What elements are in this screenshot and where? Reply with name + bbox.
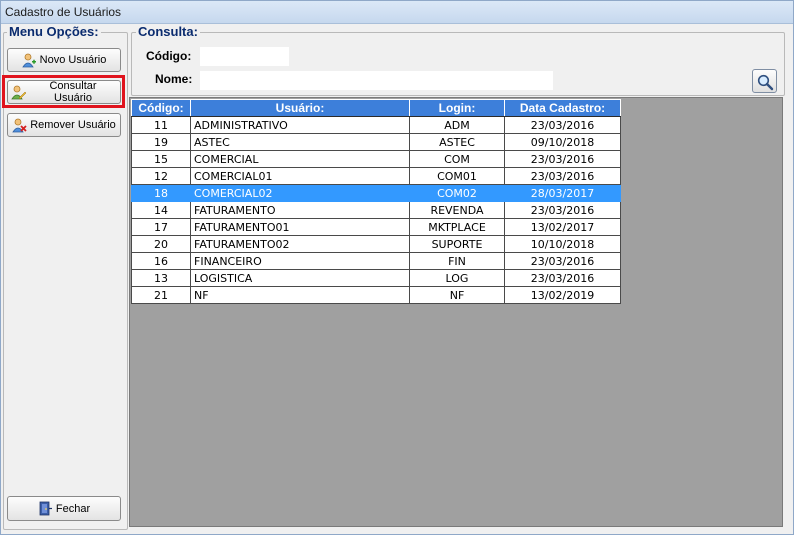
search-button[interactable] [752, 69, 777, 93]
cell-data[interactable]: 23/03/2016 [504, 269, 621, 287]
cell-data[interactable]: 23/03/2016 [504, 201, 621, 219]
cell-login[interactable]: REVENDA [409, 201, 505, 219]
cell-login[interactable]: ASTEC [409, 133, 505, 151]
cell-data[interactable]: 09/10/2018 [504, 133, 621, 151]
menu-options-legend: Menu Opções: [7, 24, 101, 39]
cell-data[interactable]: 10/10/2018 [504, 235, 621, 253]
col-header-data[interactable]: Data Cadastro: [504, 99, 621, 117]
table-row[interactable]: 19 ASTEC ASTEC 09/10/2018 [131, 133, 621, 151]
close-label: Fechar [55, 502, 91, 515]
codigo-label: Código: [146, 49, 192, 63]
nome-label: Nome: [155, 72, 193, 86]
new-user-label: Novo Usuário [39, 54, 107, 66]
cell-codigo[interactable]: 20 [131, 235, 191, 253]
cell-codigo[interactable]: 16 [131, 252, 191, 270]
cell-usuario[interactable]: FATURAMENTO [190, 201, 410, 219]
door-exit-icon [38, 501, 53, 516]
cell-codigo[interactable]: 12 [131, 167, 191, 185]
table-row[interactable]: 18 COMERCIAL02 COM02 28/03/2017 [131, 184, 621, 202]
cell-codigo[interactable]: 21 [131, 286, 191, 304]
nome-input[interactable] [200, 71, 553, 90]
cell-codigo[interactable]: 11 [131, 116, 191, 134]
col-header-login[interactable]: Login: [409, 99, 505, 117]
remove-user-label: Remover Usuário [30, 119, 116, 131]
cell-usuario[interactable]: ASTEC [190, 133, 410, 151]
cell-data[interactable]: 13/02/2019 [504, 286, 621, 304]
table-row[interactable]: 12 COMERCIAL01 COM01 23/03/2016 [131, 167, 621, 185]
new-user-button[interactable]: Novo Usuário [7, 48, 121, 72]
grid-header-row: Código: Usuário: Login: Data Cadastro: [131, 99, 621, 117]
cell-usuario[interactable]: ADMINISTRATIVO [190, 116, 410, 134]
table-row[interactable]: 15 COMERCIAL COM 23/03/2016 [131, 150, 621, 168]
title-bar[interactable]: Cadastro de Usuários [1, 1, 793, 24]
cell-data[interactable]: 28/03/2017 [504, 184, 621, 202]
user-add-icon [21, 53, 37, 68]
cell-codigo[interactable]: 15 [131, 150, 191, 168]
users-grid: Código: Usuário: Login: Data Cadastro: 1… [131, 99, 621, 304]
remove-user-button[interactable]: Remover Usuário [7, 113, 121, 137]
cell-login[interactable]: ADM [409, 116, 505, 134]
window-title: Cadastro de Usuários [5, 5, 122, 19]
close-button[interactable]: Fechar [7, 496, 121, 521]
cell-usuario[interactable]: FATURAMENTO01 [190, 218, 410, 236]
cell-data[interactable]: 13/02/2017 [504, 218, 621, 236]
table-row[interactable]: 20 FATURAMENTO02 SUPORTE 10/10/2018 [131, 235, 621, 253]
cell-login[interactable]: COM01 [409, 167, 505, 185]
cell-codigo[interactable]: 18 [131, 184, 191, 202]
main-window: Cadastro de Usuários Menu Opções: Novo U… [0, 0, 794, 535]
cell-login[interactable]: SUPORTE [409, 235, 505, 253]
cell-usuario[interactable]: LOGISTICA [190, 269, 410, 287]
user-remove-icon [12, 118, 27, 133]
cell-usuario[interactable]: FINANCEIRO [190, 252, 410, 270]
cell-usuario[interactable]: COMERCIAL02 [190, 184, 410, 202]
selected-option-highlight [2, 75, 125, 108]
table-row[interactable]: 17 FATURAMENTO01 MKTPLACE 13/02/2017 [131, 218, 621, 236]
grid-body: 11 ADMINISTRATIVO ADM 23/03/2016 19 ASTEC ASTE… [131, 116, 621, 304]
col-header-usuario[interactable]: Usuário: [190, 99, 410, 117]
table-row[interactable]: 11 ADMINISTRATIVO ADM 23/03/2016 [131, 116, 621, 134]
table-row[interactable]: 13 LOGISTICA LOG 23/03/2016 [131, 269, 621, 287]
results-grid-area[interactable]: Código: Usuário: Login: Data Cadastro: 1… [129, 97, 783, 527]
cell-login[interactable]: MKTPLACE [409, 218, 505, 236]
table-row[interactable]: 16 FINANCEIRO FIN 23/03/2016 [131, 252, 621, 270]
codigo-input[interactable] [200, 47, 289, 66]
cell-data[interactable]: 23/03/2016 [504, 167, 621, 185]
cell-data[interactable]: 23/03/2016 [504, 252, 621, 270]
cell-usuario[interactable]: COMERCIAL01 [190, 167, 410, 185]
cell-codigo[interactable]: 14 [131, 201, 191, 219]
cell-data[interactable]: 23/03/2016 [504, 116, 621, 134]
cell-login[interactable]: NF [409, 286, 505, 304]
table-row[interactable]: 14 FATURAMENTO REVENDA 23/03/2016 [131, 201, 621, 219]
cell-usuario[interactable]: NF [190, 286, 410, 304]
cell-login[interactable]: FIN [409, 252, 505, 270]
magnifier-icon [753, 73, 776, 91]
cell-usuario[interactable]: COMERCIAL [190, 150, 410, 168]
cell-codigo[interactable]: 17 [131, 218, 191, 236]
cell-usuario[interactable]: FATURAMENTO02 [190, 235, 410, 253]
cell-login[interactable]: LOG [409, 269, 505, 287]
cell-codigo[interactable]: 13 [131, 269, 191, 287]
cell-data[interactable]: 23/03/2016 [504, 150, 621, 168]
cell-login[interactable]: COM02 [409, 184, 505, 202]
table-row[interactable]: 21 NF NF 13/02/2019 [131, 286, 621, 304]
col-header-codigo[interactable]: Código: [131, 99, 191, 117]
consulta-legend: Consulta: [136, 24, 200, 39]
cell-codigo[interactable]: 19 [131, 133, 191, 151]
cell-login[interactable]: COM [409, 150, 505, 168]
